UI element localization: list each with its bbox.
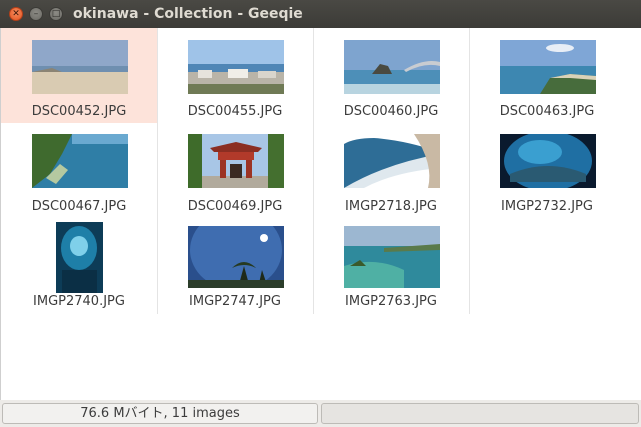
thumbnail-caption: DSC00452.JPG xyxy=(31,104,127,119)
shrine-gate-icon xyxy=(188,134,284,188)
collection-grid: DSC00452.JPG DSC00455.JPG DSC00460.JPG D… xyxy=(0,28,641,400)
underwater-tunnel-icon xyxy=(56,222,103,293)
thumbnail-caption: IMGP2747.JPG xyxy=(189,294,281,309)
collection-item[interactable]: IMGP2747.JPG xyxy=(157,218,313,313)
collection-item[interactable]: IMGP2740.JPG xyxy=(1,218,157,313)
beach-sand-icon xyxy=(32,40,128,94)
underwater-fisheye-icon xyxy=(500,134,596,188)
maximize-icon: □ xyxy=(51,8,61,19)
collection-item[interactable]: DSC00455.JPG xyxy=(157,28,313,123)
bridge-rock-icon xyxy=(344,40,440,94)
thumbnail-caption: DSC00463.JPG xyxy=(499,104,595,119)
cliff-bay-icon xyxy=(32,134,128,188)
thumbnail-caption: DSC00455.JPG xyxy=(187,104,283,119)
minimize-icon: – xyxy=(33,8,39,19)
collection-item[interactable]: DSC00452.JPG xyxy=(1,28,157,123)
thumbnail-caption: IMGP2763.JPG xyxy=(345,294,437,309)
close-window-button[interactable]: ✕ xyxy=(9,7,23,21)
minimize-window-button[interactable]: – xyxy=(29,7,43,21)
collection-item[interactable]: IMGP2763.JPG xyxy=(313,218,469,313)
lagoon-icon xyxy=(344,226,440,288)
collection-item[interactable]: IMGP2732.JPG xyxy=(469,123,625,218)
maximize-window-button[interactable]: □ xyxy=(49,7,63,21)
collection-item[interactable]: DSC00467.JPG xyxy=(1,123,157,218)
thumbnail-caption: IMGP2732.JPG xyxy=(501,199,593,214)
status-bar: 76.6 Mバイト, 11 images xyxy=(0,400,641,427)
thumbnail-caption: DSC00460.JPG xyxy=(343,104,439,119)
title-bar: ✕ – □ okinawa - Collection - Geeqie xyxy=(0,0,641,28)
thumbnail-caption: DSC00469.JPG xyxy=(187,199,283,214)
window-title: okinawa - Collection - Geeqie xyxy=(73,6,303,22)
sky-palm-fisheye-icon xyxy=(188,226,284,288)
thumbnail-caption: DSC00467.JPG xyxy=(31,199,127,214)
cliff-coast-icon xyxy=(500,40,596,94)
thumbnail-caption: IMGP2718.JPG xyxy=(345,199,437,214)
collection-summary: 76.6 Mバイト, 11 images xyxy=(2,403,318,424)
wave-splash-icon xyxy=(344,134,440,188)
status-progress-area xyxy=(321,403,639,424)
close-icon: ✕ xyxy=(12,8,20,19)
collection-item[interactable]: DSC00463.JPG xyxy=(469,28,625,123)
coastal-town-icon xyxy=(188,40,284,94)
collection-item[interactable]: DSC00469.JPG xyxy=(157,123,313,218)
thumbnail-caption: IMGP2740.JPG xyxy=(33,294,125,309)
collection-item[interactable]: DSC00460.JPG xyxy=(313,28,469,123)
collection-item[interactable]: IMGP2718.JPG xyxy=(313,123,469,218)
